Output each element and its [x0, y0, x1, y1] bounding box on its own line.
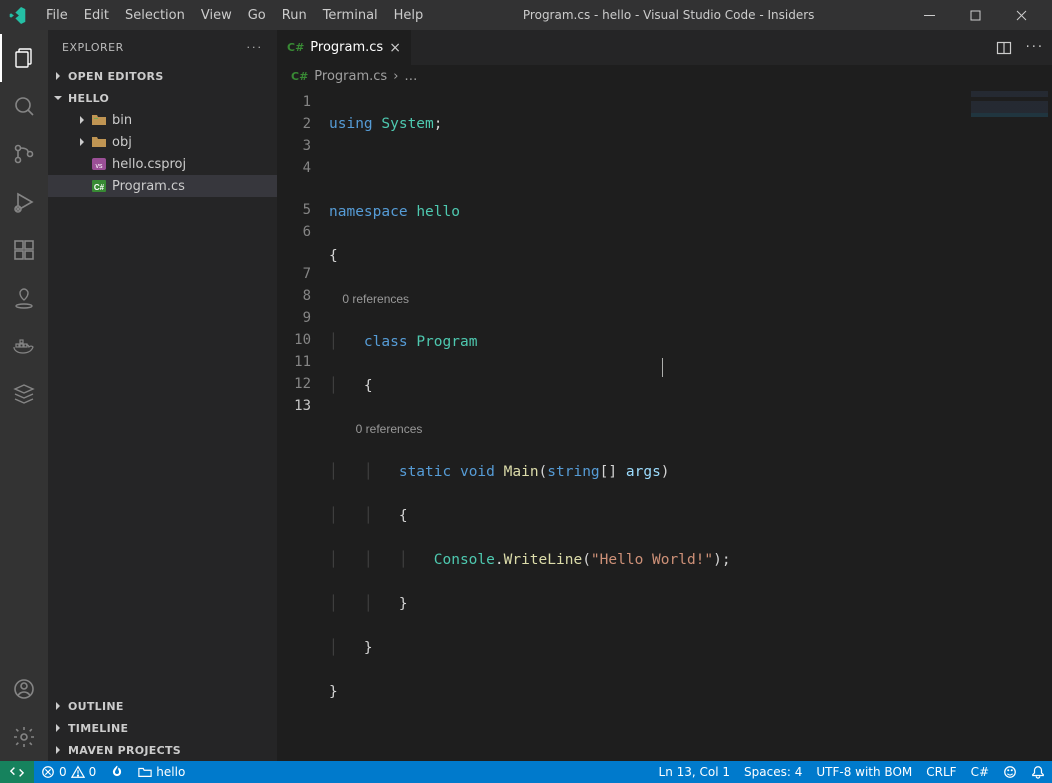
status-bar: 0 0 hello Ln 13, Col 1 Spaces: 4 UTF-8 w… — [0, 761, 1052, 783]
csharp-badge-icon: C# — [287, 41, 304, 54]
menu-view[interactable]: View — [193, 4, 240, 27]
close-icon[interactable]: × — [389, 40, 401, 56]
explorer-sidebar: EXPLORER ··· OPEN EDITORS HELLO bin — [48, 30, 277, 761]
breadcrumb-sep: › — [393, 69, 398, 84]
section-label: TIMELINE — [68, 722, 128, 735]
menu-terminal[interactable]: Terminal — [315, 4, 386, 27]
status-bell-icon[interactable] — [1024, 761, 1052, 783]
section-maven[interactable]: MAVEN PROJECTS — [48, 739, 277, 761]
csharp-badge-icon: C# — [291, 70, 308, 83]
tree-item-label: hello.csproj — [112, 157, 186, 172]
editor-area: C# Program.cs × ··· C# Program.cs › … 1 … — [277, 30, 1052, 761]
window-controls — [906, 0, 1044, 30]
status-feedback-icon[interactable] — [996, 761, 1024, 783]
minimap-viewport[interactable] — [971, 91, 1048, 131]
menu-go[interactable]: Go — [240, 4, 274, 27]
svg-text:vs: vs — [96, 163, 104, 170]
section-workspace[interactable]: HELLO — [48, 87, 277, 109]
line-number-gutter: 1 2 3 4 5 6 7 8 9 10 11 12 13 — [277, 87, 329, 761]
editor-body[interactable]: 1 2 3 4 5 6 7 8 9 10 11 12 13 using Syst… — [277, 87, 1052, 761]
sidebar-more-icon[interactable]: ··· — [247, 41, 264, 54]
status-flame-icon[interactable] — [103, 761, 131, 783]
section-label: HELLO — [68, 92, 109, 105]
menu-help[interactable]: Help — [386, 4, 432, 27]
sidebar-header: EXPLORER ··· — [48, 30, 277, 65]
tree-folder-obj[interactable]: obj — [48, 131, 277, 153]
tree-file-program-cs[interactable]: C# Program.cs — [48, 175, 277, 197]
menu-bar: File Edit Selection View Go Run Terminal… — [38, 4, 431, 27]
activity-extensions[interactable] — [0, 226, 48, 274]
csharp-file-icon: C# — [90, 178, 108, 194]
codelens-main[interactable]: 0 references — [356, 422, 423, 436]
chevron-down-icon — [52, 92, 64, 104]
status-folder[interactable]: hello — [131, 761, 192, 783]
text-cursor — [662, 358, 663, 377]
activity-source-control[interactable] — [0, 130, 48, 178]
activity-bar — [0, 30, 48, 761]
activity-explorer[interactable] — [0, 34, 48, 82]
status-ln-col[interactable]: Ln 13, Col 1 — [652, 761, 738, 783]
main-area: EXPLORER ··· OPEN EDITORS HELLO bin — [0, 30, 1052, 761]
chevron-right-icon — [52, 722, 64, 734]
tab-program-cs[interactable]: C# Program.cs × — [277, 30, 412, 65]
breadcrumb-file: Program.cs — [314, 69, 387, 84]
tree-item-label: bin — [112, 113, 132, 128]
section-timeline[interactable]: TIMELINE — [48, 717, 277, 739]
breadcrumb-more: … — [404, 69, 417, 84]
chevron-right-icon — [74, 114, 90, 126]
more-actions-icon[interactable]: ··· — [1026, 40, 1044, 55]
activity-layers[interactable] — [0, 370, 48, 418]
file-tree: bin obj vs hello.csproj C# Program.cs — [48, 109, 277, 197]
activity-docker[interactable] — [0, 322, 48, 370]
menu-selection[interactable]: Selection — [117, 4, 193, 27]
sidebar-title: EXPLORER — [62, 41, 124, 54]
editor-actions: ··· — [996, 30, 1052, 65]
remote-indicator[interactable] — [0, 761, 34, 783]
menu-file[interactable]: File — [38, 4, 76, 27]
svg-text:C#: C# — [94, 183, 105, 192]
status-language[interactable]: C# — [964, 761, 996, 783]
codelens-class[interactable]: 0 references — [342, 292, 409, 306]
chevron-right-icon — [52, 700, 64, 712]
folder-icon — [90, 134, 108, 150]
activity-settings[interactable] — [0, 713, 48, 761]
status-eol[interactable]: CRLF — [919, 761, 963, 783]
tree-item-label: Program.cs — [112, 179, 185, 194]
section-label: MAVEN PROJECTS — [68, 744, 181, 757]
section-label: OUTLINE — [68, 700, 124, 713]
activity-run-debug[interactable] — [0, 178, 48, 226]
editor-tabs: C# Program.cs × ··· — [277, 30, 1052, 65]
tree-item-label: obj — [112, 135, 132, 150]
breadcrumb[interactable]: C# Program.cs › … — [277, 65, 1052, 87]
titlebar: File Edit Selection View Go Run Terminal… — [0, 0, 1052, 30]
maximize-button[interactable] — [952, 0, 998, 30]
minimize-button[interactable] — [906, 0, 952, 30]
activity-accounts[interactable] — [0, 665, 48, 713]
status-problems[interactable]: 0 0 — [34, 761, 103, 783]
close-button[interactable] — [998, 0, 1044, 30]
tree-file-csproj[interactable]: vs hello.csproj — [48, 153, 277, 175]
vscode-insiders-icon — [8, 6, 26, 24]
split-editor-icon[interactable] — [996, 40, 1012, 56]
chevron-right-icon — [74, 136, 90, 148]
window-title: Program.cs - hello - Visual Studio Code … — [431, 8, 906, 22]
status-spaces[interactable]: Spaces: 4 — [737, 761, 809, 783]
status-encoding[interactable]: UTF-8 with BOM — [809, 761, 919, 783]
chevron-right-icon — [52, 744, 64, 756]
menu-run[interactable]: Run — [274, 4, 315, 27]
tab-label: Program.cs — [310, 40, 383, 55]
tree-folder-bin[interactable]: bin — [48, 109, 277, 131]
chevron-right-icon — [52, 70, 64, 82]
csproj-icon: vs — [90, 156, 108, 172]
minimap[interactable] — [967, 87, 1052, 761]
activity-remote-explorer[interactable] — [0, 274, 48, 322]
activity-search[interactable] — [0, 82, 48, 130]
code-content[interactable]: using System; namespace hello { 0 refere… — [329, 87, 967, 761]
menu-edit[interactable]: Edit — [76, 4, 117, 27]
section-open-editors[interactable]: OPEN EDITORS — [48, 65, 277, 87]
section-label: OPEN EDITORS — [68, 70, 164, 83]
section-outline[interactable]: OUTLINE — [48, 695, 277, 717]
folder-icon — [90, 112, 108, 128]
